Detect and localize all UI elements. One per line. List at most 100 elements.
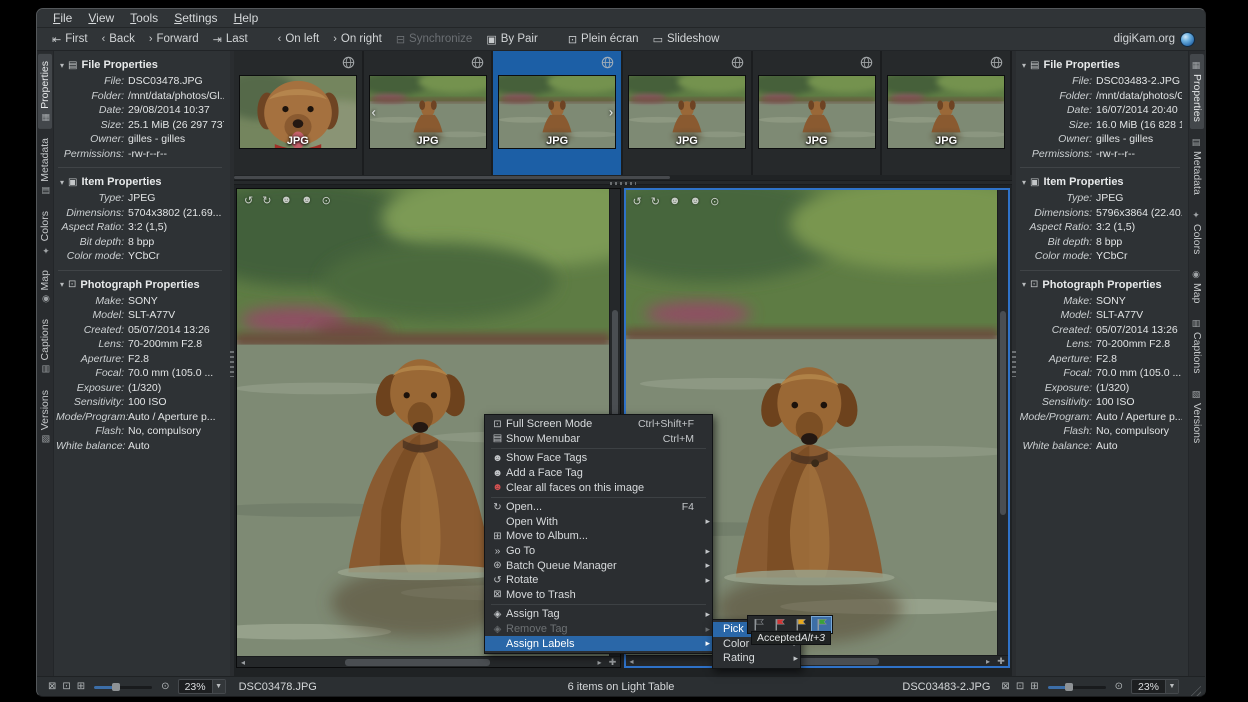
sidebar-tab[interactable]: ▥ Captions [1190,312,1204,380]
scroll-left-arrow-icon[interactable]: ◂ [237,657,249,668]
context-menu-item[interactable]: ☻ Show Face Tags ▸ [485,451,712,466]
sidebar-tab[interactable]: ▥ Captions [38,312,52,380]
context-menu-item[interactable]: ⊡ Full Screen Mode Ctrl+Shift+F ▸ [485,417,712,432]
fit-window-icon[interactable]: ⊡ [1016,681,1024,692]
toolbar-button[interactable]: › Forward [142,31,206,47]
pick-flag-button[interactable] [812,617,831,632]
right-zoom-combo[interactable]: 23% ▼ [1131,679,1179,694]
context-menu-item[interactable]: Assign Labels ▸ [485,636,712,651]
zoom-100-icon[interactable]: ⊞ [77,681,85,692]
preview-tool-icon[interactable]: ↻ [651,195,660,208]
menubar-item[interactable]: File [45,10,80,26]
toolbar-button[interactable]: ⊟ Synchronize [389,31,480,48]
toolbar-button[interactable]: ▭ Slideshow [646,31,727,48]
preview-tool-icon[interactable]: ☻ [690,195,702,208]
thumbnail[interactable]: JPG [234,51,364,175]
sidebar-tab[interactable]: ◉ Map [1190,263,1204,310]
thumbnail-image[interactable]: JPG [887,75,1005,149]
toolbar-button[interactable]: ▣ By Pair [479,31,544,48]
fit-zoom-icon[interactable]: ⊙ [1115,681,1123,692]
preview-tool-icon[interactable]: ↻ [262,194,271,207]
context-menu-item[interactable]: Open With ▸ [485,515,712,530]
sidebar-tab[interactable]: ▦ Properties [38,54,52,129]
preview-tool-icon[interactable]: ⊙ [322,194,331,207]
context-menu-item[interactable]: ◈ Remove Tag ▸ [485,622,712,637]
menubar-item[interactable]: Tools [122,10,166,26]
preview-tool-icon[interactable]: ↺ [244,194,253,207]
section-header[interactable]: ▾ ▣ Item Properties [1018,172,1182,191]
sidebar-tab[interactable]: ◉ Map [38,263,52,310]
context-menu-item[interactable] [491,448,706,449]
context-menu-item[interactable]: ⊞ Move to Album... ▸ [485,529,712,544]
left-zoom-combo[interactable]: 23% ▼ [178,679,226,694]
preview-tool-icon[interactable]: ↺ [633,195,642,208]
menubar-item[interactable]: View [80,10,122,26]
thumbnail[interactable]: JPG ‹ [364,51,494,175]
pick-flag-button[interactable] [749,617,768,632]
preview-tool-icon[interactable]: ⊙ [710,195,719,208]
preview-tool-icon[interactable]: ☻ [669,195,681,208]
sidebar-tab[interactable]: ▤ Metadata [38,131,52,202]
left-zoom-slider[interactable] [94,681,152,693]
zoom-100-icon[interactable]: ⊞ [1030,681,1038,692]
fit-select-icon[interactable]: ⊠ [1001,681,1009,692]
context-menu-item[interactable]: ▤ Show Menubar Ctrl+M ▸ [485,432,712,447]
thumbbar-splitter[interactable] [234,180,1012,185]
pick-flag-button[interactable] [791,617,810,632]
context-menu-item[interactable]: ⊛ Batch Queue Manager ▸ [485,558,712,573]
context-menu-item[interactable]: ☻ Clear all faces on this image ▸ [485,480,712,495]
sidebar-tab[interactable]: ▧ Versions [38,383,52,450]
thumbnail[interactable]: JPG [882,51,1012,175]
vertical-scrollbar[interactable] [997,190,1008,655]
fit-zoom-icon[interactable]: ⊙ [161,681,169,692]
thumbnail-image[interactable]: JPG [239,75,357,149]
thumbnail[interactable]: JPG [623,51,753,175]
preview-tool-icon[interactable]: ☻ [280,194,292,207]
context-menu-item[interactable]: ☻ Add a Face Tag ▸ [485,466,712,481]
right-panel-splitter[interactable] [1012,51,1016,676]
section-header[interactable]: ▾ ⊡ Photograph Properties [1018,275,1182,294]
scroll-left-arrow-icon[interactable]: ◂ [626,656,638,667]
section-header[interactable]: ▾ ⊡ Photograph Properties [56,275,224,294]
combo-dropdown-icon[interactable]: ▼ [1165,680,1178,693]
sidebar-tab[interactable]: ✦ Colors [1190,204,1204,261]
context-menu-item[interactable] [491,604,706,605]
window-resize-grip[interactable] [1188,683,1201,696]
menubar-item[interactable]: Settings [166,10,225,26]
context-menu-item[interactable] [491,497,706,498]
pan-tool-icon[interactable]: ✚ [994,656,1008,667]
toolbar-button[interactable]: ⇤ First [45,31,95,48]
preview-tool-icon[interactable]: ☻ [301,194,313,207]
horizontal-scrollbar[interactable]: ◂ ▸ ✚ [237,656,620,667]
right-zoom-slider[interactable] [1048,681,1106,693]
context-menu-item[interactable]: » Go To ▸ [485,544,712,559]
thumbnail-image[interactable]: JPG [758,75,876,149]
context-menu-item[interactable]: ↺ Rotate ▸ [485,573,712,588]
context-menu-item[interactable]: ◈ Assign Tag ▸ [485,607,712,622]
submenu-item[interactable]: Rating ▸ [713,651,800,666]
digikam-globe-icon[interactable] [1180,32,1195,47]
context-menu-item[interactable]: ↻ Open... F4 ▸ [485,500,712,515]
toolbar-button[interactable]: ‹ On left [271,31,327,47]
section-header[interactable]: ▾ ▤ File Properties [56,55,224,74]
horizontal-scrollbar[interactable]: ◂ ▸ ✚ [626,655,1009,666]
thumbnail-image[interactable]: JPG ‹ [369,75,487,149]
sidebar-tab[interactable]: ▦ Properties [1190,54,1204,129]
toolbar-button[interactable]: › On right [326,31,389,47]
fit-select-icon[interactable]: ⊠ [48,681,56,692]
fit-window-icon[interactable]: ⊡ [62,681,70,692]
menubar-item[interactable]: Help [226,10,267,26]
thumbnail[interactable]: JPG [753,51,883,175]
pick-flag-button[interactable] [770,617,789,632]
section-header[interactable]: ▾ ▣ Item Properties [56,172,224,191]
thumbnail[interactable]: JPG › [493,51,623,175]
section-header[interactable]: ▾ ▤ File Properties [1018,55,1182,74]
thumbnail-image[interactable]: JPG › [498,75,616,149]
sidebar-tab[interactable]: ✦ Colors [38,204,52,261]
sidebar-tab[interactable]: ▤ Metadata [1190,131,1204,202]
thumbnail-image[interactable]: JPG [628,75,746,149]
toolbar-button[interactable]: ⊡ Plein écran [561,31,646,48]
sidebar-tab[interactable]: ▧ Versions [1190,383,1204,450]
toolbar-button[interactable]: ⇥ Last [206,31,255,48]
toolbar-button[interactable]: ‹ Back [95,31,142,47]
